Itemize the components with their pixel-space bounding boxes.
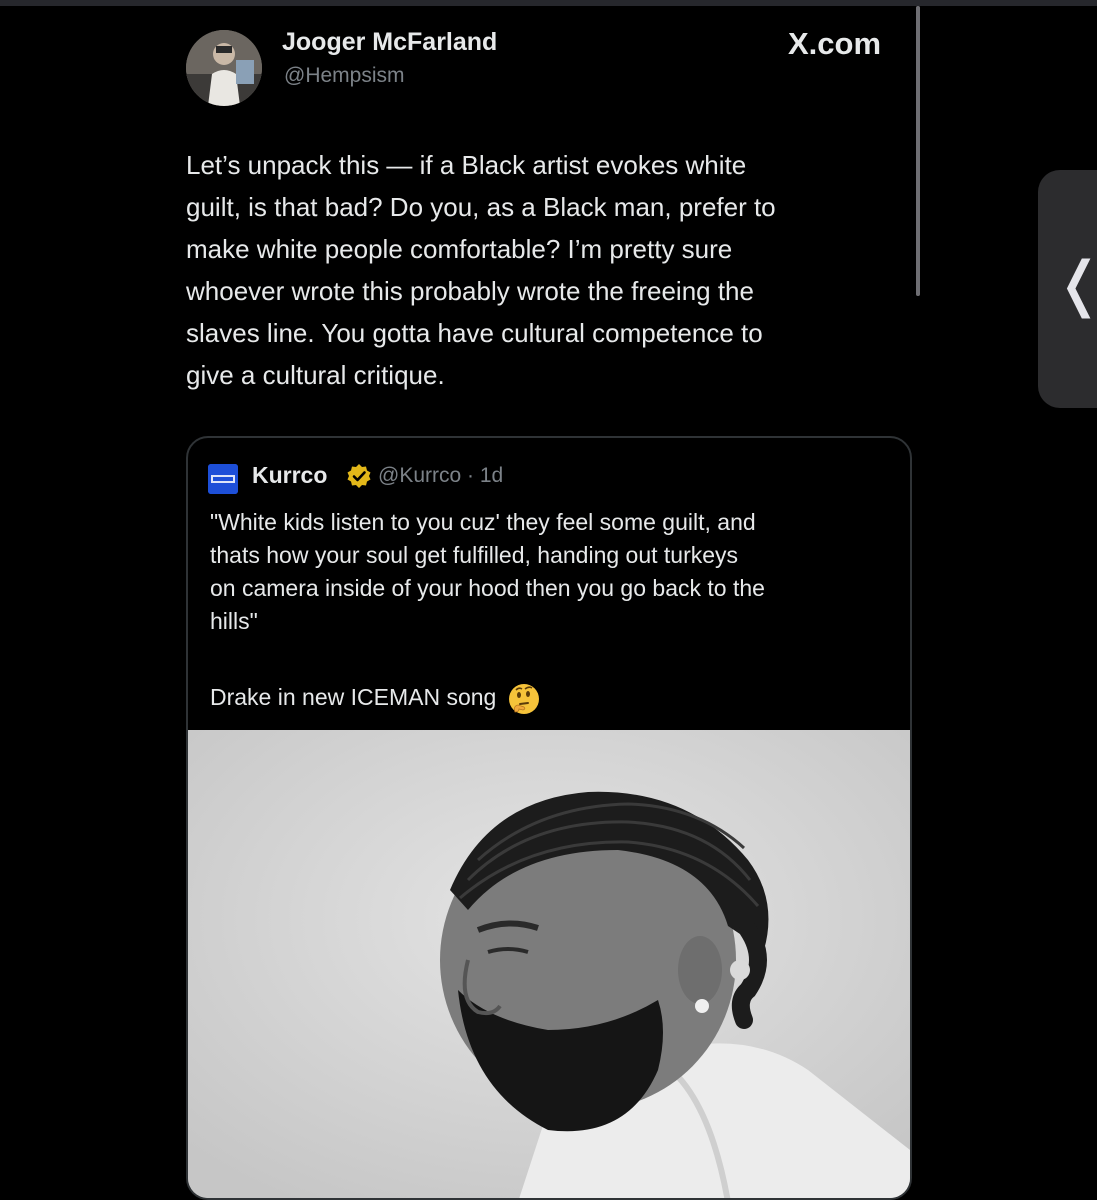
quote-text-line: thats how your soul get fulfilled, handi…	[210, 542, 739, 568]
post-text-line: Let’s unpack this — if a Black artist ev…	[186, 150, 747, 180]
post-text-line: make white people comfortable? I’m prett…	[186, 234, 733, 264]
verified-badge-icon	[346, 463, 372, 489]
post-text-line: whoever wrote this probably wrote the fr…	[186, 276, 754, 306]
post-text-line: guilt, is that bad? Do you, as a Black m…	[186, 192, 776, 222]
chevron-left-icon: ❬	[1054, 254, 1097, 314]
quote-author-name[interactable]: Kurrco	[252, 462, 327, 489]
quote-avatar[interactable]	[208, 464, 238, 494]
quote-caption: Drake in new ICEMAN song	[210, 682, 541, 716]
quote-handle-time[interactable]: @Kurrco · 1d	[378, 464, 503, 488]
quote-text: "White kids listen to you cuz' they feel…	[210, 506, 900, 638]
quote-text-line: hills"	[210, 608, 258, 634]
quoted-post-card[interactable]: Kurrco @Kurrco · 1d "White kids listen t…	[186, 436, 912, 1200]
scrollbar-thumb[interactable]	[916, 6, 920, 296]
author-handle[interactable]: @Hempsism	[284, 64, 405, 88]
post-text-line: slaves line. You gotta have cultural com…	[186, 318, 763, 348]
thinking-face-emoji	[507, 682, 541, 716]
quoted-post-image[interactable]	[188, 730, 910, 1198]
quote-text-line: on camera inside of your hood then you g…	[210, 575, 765, 601]
author-avatar[interactable]	[186, 30, 262, 106]
post-text-line: give a cultural critique.	[186, 360, 445, 390]
author-name[interactable]: Jooger McFarland	[282, 28, 497, 57]
scrollbar[interactable]	[916, 6, 920, 296]
quote-text-line: "White kids listen to you cuz' they feel…	[210, 509, 756, 535]
quote-caption-text: Drake in new ICEMAN song	[210, 684, 497, 711]
post-text: Let’s unpack this — if a Black artist ev…	[186, 144, 906, 396]
side-panel-toggle[interactable]: ❬	[1038, 170, 1097, 408]
site-label: X.com	[788, 26, 882, 61]
